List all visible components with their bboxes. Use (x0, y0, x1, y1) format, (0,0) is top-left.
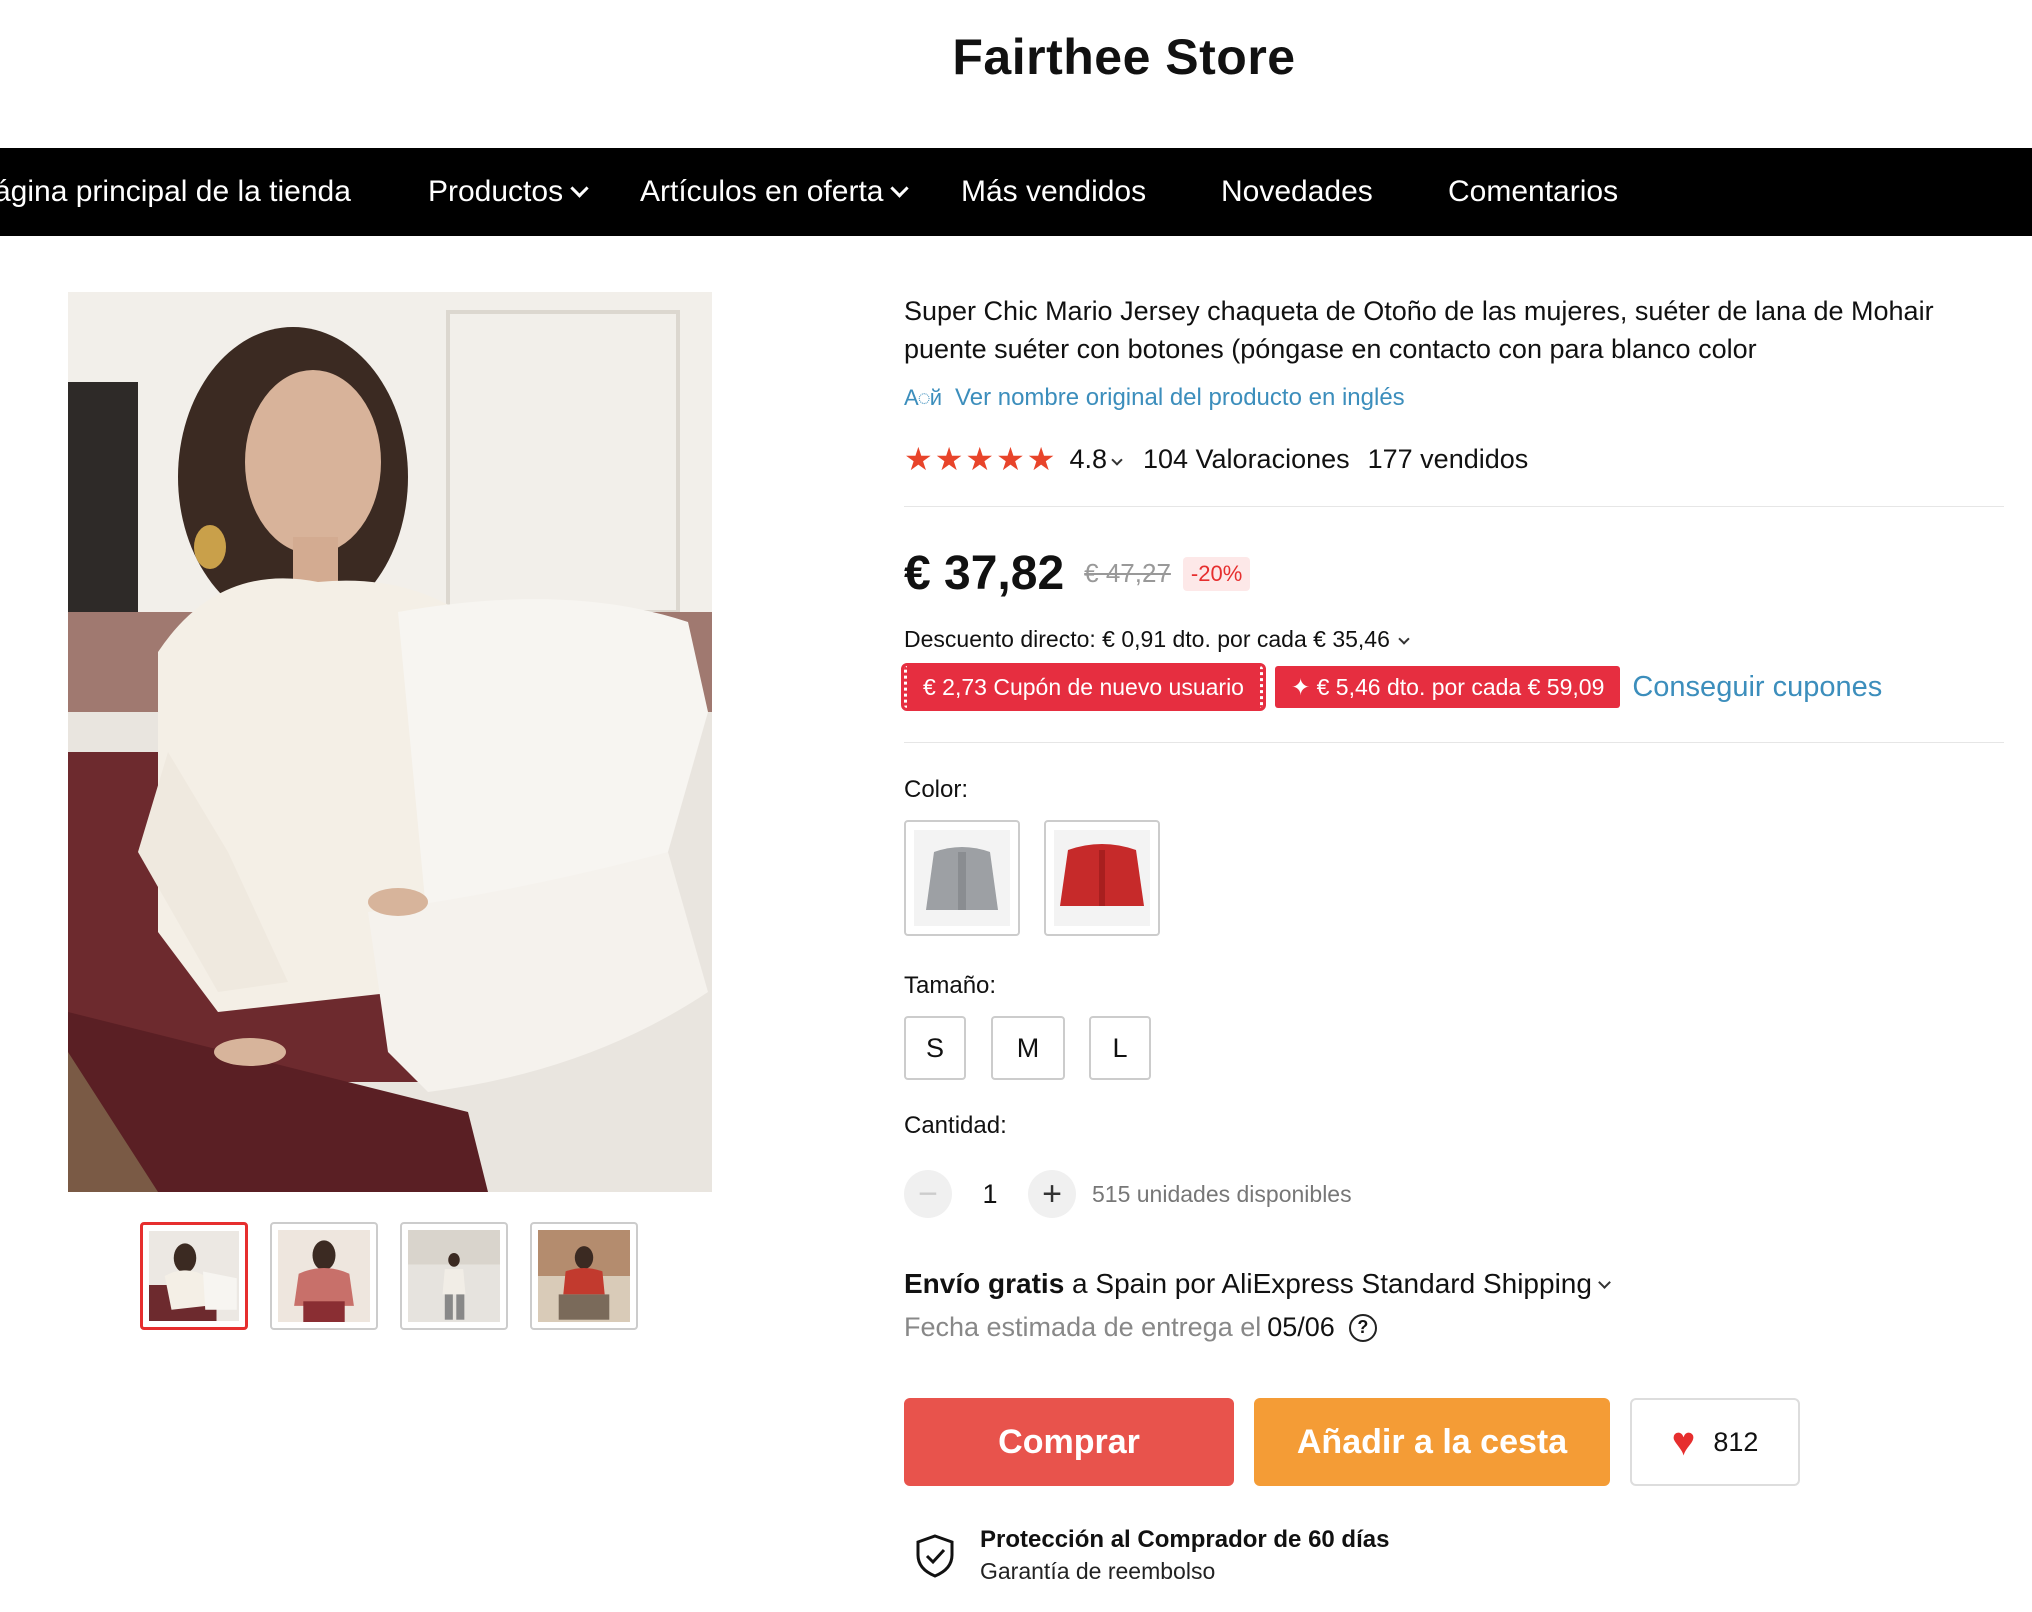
help-icon[interactable]: ? (1348, 1313, 1377, 1342)
thumbnail-image (278, 1230, 370, 1322)
current-price: € 37,82 (904, 547, 1065, 600)
rating-row: ★★★★★ 4.8 104 Valoraciones 177 vendidos (904, 440, 1528, 478)
thumbnail-3[interactable] (400, 1222, 508, 1330)
delivery-date: 05/06 (1267, 1312, 1335, 1342)
sold-count: 177 vendidos (1367, 443, 1529, 474)
store-title[interactable]: Fairthee Store (0, 28, 2032, 86)
star-rating-icon: ★★★★★ (904, 441, 1058, 477)
chevron-down-icon (1598, 1276, 1611, 1289)
wishlist-button[interactable]: ♥ 812 (1630, 1398, 1800, 1486)
chevron-down-icon (1398, 633, 1410, 645)
delivery-estimate: Fecha estimada de entrega el 05/06 ? (904, 1312, 1377, 1343)
coupons-row: € 2,73 Cupón de nuevo usuario ✦ € 5,46 d… (901, 663, 1882, 711)
original-price: € 47,27 (1084, 558, 1171, 588)
quantity-value[interactable]: 1 (952, 1179, 1028, 1210)
size-option-l[interactable]: L (1089, 1016, 1151, 1080)
size-option-s[interactable]: S (904, 1016, 966, 1080)
size-option-m[interactable]: M (991, 1016, 1065, 1080)
quantity-label: Cantidad: (904, 1112, 1007, 1139)
store-coupon[interactable]: ✦ € 5,46 dto. por cada € 59,09 (1274, 666, 1621, 708)
nav-item-home[interactable]: ágina principal de la tienda (0, 148, 351, 236)
divider (904, 506, 2004, 507)
store-header: Fairthee Store (0, 0, 2032, 148)
translate-link[interactable]: A◌й Ver nombre original del producto en … (904, 384, 1405, 412)
buyer-protection: Protección al Comprador de 60 días Garan… (914, 1526, 1389, 1585)
price-row: € 37,82 € 47,27 -20% (904, 546, 1251, 601)
color-option-grey[interactable] (904, 820, 1020, 936)
buy-now-button[interactable]: Comprar (904, 1398, 1234, 1486)
available-units: 515 unidades disponibles (1092, 1180, 1352, 1207)
nav-item-bestsellers[interactable]: Más vendidos (961, 148, 1146, 236)
protection-title: Protección al Comprador de 60 días (980, 1526, 1390, 1553)
product-detail-panel: Super Chic Mario Jersey chaqueta de Otoñ… (901, 292, 2004, 1584)
new-user-coupon[interactable]: € 2,73 Cupón de nuevo usuario (901, 663, 1266, 711)
discount-badge: -20% (1182, 556, 1251, 591)
free-shipping-label: Envío gratis (904, 1268, 1065, 1299)
divider (904, 742, 2004, 743)
quantity-stepper: − 1 + 515 unidades disponibles (904, 1170, 1352, 1218)
nav-item-products[interactable]: Productos (428, 148, 589, 236)
thumbnail-2[interactable] (270, 1222, 378, 1330)
thumbnail-image (408, 1230, 500, 1322)
reviews-count[interactable]: 104 Valoraciones (1143, 444, 1350, 475)
quantity-increase-button[interactable]: + (1028, 1170, 1076, 1218)
nav-item-new[interactable]: Novedades (1221, 148, 1373, 236)
translate-link-label: Ver nombre original del producto en ingl… (955, 384, 1405, 411)
quantity-decrease-button[interactable]: − (904, 1170, 952, 1218)
nav-item-sale[interactable]: Artículos en oferta (640, 148, 910, 236)
wishlist-count: 812 (1713, 1426, 1759, 1457)
thumbnail-image (149, 1231, 239, 1321)
delivery-label: Fecha estimada de entrega el (904, 1312, 1262, 1342)
thumbnail-1[interactable] (140, 1222, 248, 1330)
color-option-red[interactable] (1044, 820, 1160, 936)
color-swatch-image (1054, 830, 1150, 926)
direct-discount[interactable]: Descuento directo: € 0,91 dto. por cada … (904, 626, 1410, 653)
shipping-info[interactable]: Envío gratis a Spain por AliExpress Stan… (904, 1268, 1611, 1300)
rating-value[interactable]: 4.8 (1069, 444, 1123, 475)
translate-icon: A◌й (904, 385, 942, 410)
color-swatch-image (914, 830, 1010, 926)
size-label: Tamaño: (904, 972, 997, 999)
add-to-cart-button[interactable]: Añadir a la cesta (1254, 1398, 1610, 1486)
heart-icon: ♥ (1671, 1420, 1696, 1464)
thumbnail-image (538, 1230, 630, 1322)
chevron-down-icon (1111, 453, 1123, 466)
product-main-image[interactable] (68, 292, 712, 1192)
chevron-down-icon (890, 179, 910, 198)
chevron-down-icon (570, 179, 589, 198)
store-navbar: ágina principal de la tienda Productos A… (0, 148, 2032, 236)
protection-subtitle: Garantía de reembolso (980, 1558, 1216, 1584)
nav-item-reviews[interactable]: Comentarios (1448, 148, 1618, 236)
product-photo (68, 292, 712, 1192)
shield-check-icon (916, 1533, 954, 1578)
get-coupons-link[interactable]: Conseguir cupones (1632, 671, 1882, 704)
product-title: Super Chic Mario Jersey chaqueta de Otoñ… (904, 296, 1934, 364)
color-label: Color: (904, 776, 969, 803)
thumbnail-4[interactable] (530, 1222, 638, 1330)
